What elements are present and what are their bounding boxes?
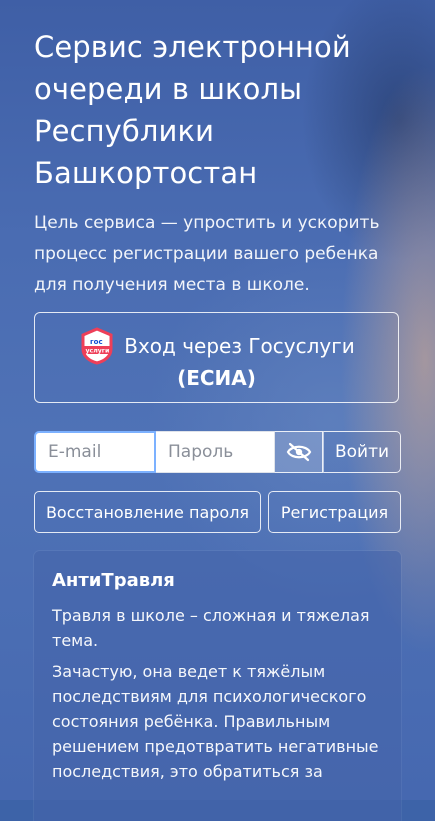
password-recovery-button[interactable]: Восстановление пароля (34, 491, 261, 533)
password-input[interactable] (156, 431, 275, 473)
page-subtitle: Цель сервиса — упростить и ускорить проц… (34, 213, 380, 295)
info-card-paragraph-2: Зачастую, она ведет к тяжёлым последстви… (52, 662, 379, 781)
gosuslugi-label-row: гос услуги Вход через Госуслуги (35, 327, 398, 365)
password-visibility-toggle[interactable] (275, 431, 323, 473)
register-button[interactable]: Регистрация (268, 491, 401, 533)
info-card-title: АнтиТравля (52, 570, 175, 591)
gosuslugi-logo-text-top: гос (90, 338, 103, 346)
gosuslugi-login-button[interactable]: гос услуги Вход через Госуслуги (ЕСИА) (34, 312, 399, 403)
info-card-paragraph-1: Травля в школе – сложная и тяжелая тема. (52, 606, 370, 650)
gosuslugi-label-secondary: (ЕСИА) (177, 366, 256, 390)
info-card-antibullying: АнтиТравля Травля в школе – сложная и тя… (34, 551, 401, 821)
page-title: Сервис электронной очереди в школы Респу… (34, 30, 351, 190)
email-input[interactable] (34, 431, 156, 473)
gosuslugi-logo-icon: гос услуги (78, 327, 116, 365)
gosuslugi-logo-text-bottom: услуги (86, 348, 110, 355)
login-form: Войти (34, 431, 401, 473)
eye-slash-icon (286, 442, 311, 462)
gosuslugi-label: Вход через Госуслуги (124, 334, 355, 358)
login-button[interactable]: Войти (323, 431, 401, 473)
